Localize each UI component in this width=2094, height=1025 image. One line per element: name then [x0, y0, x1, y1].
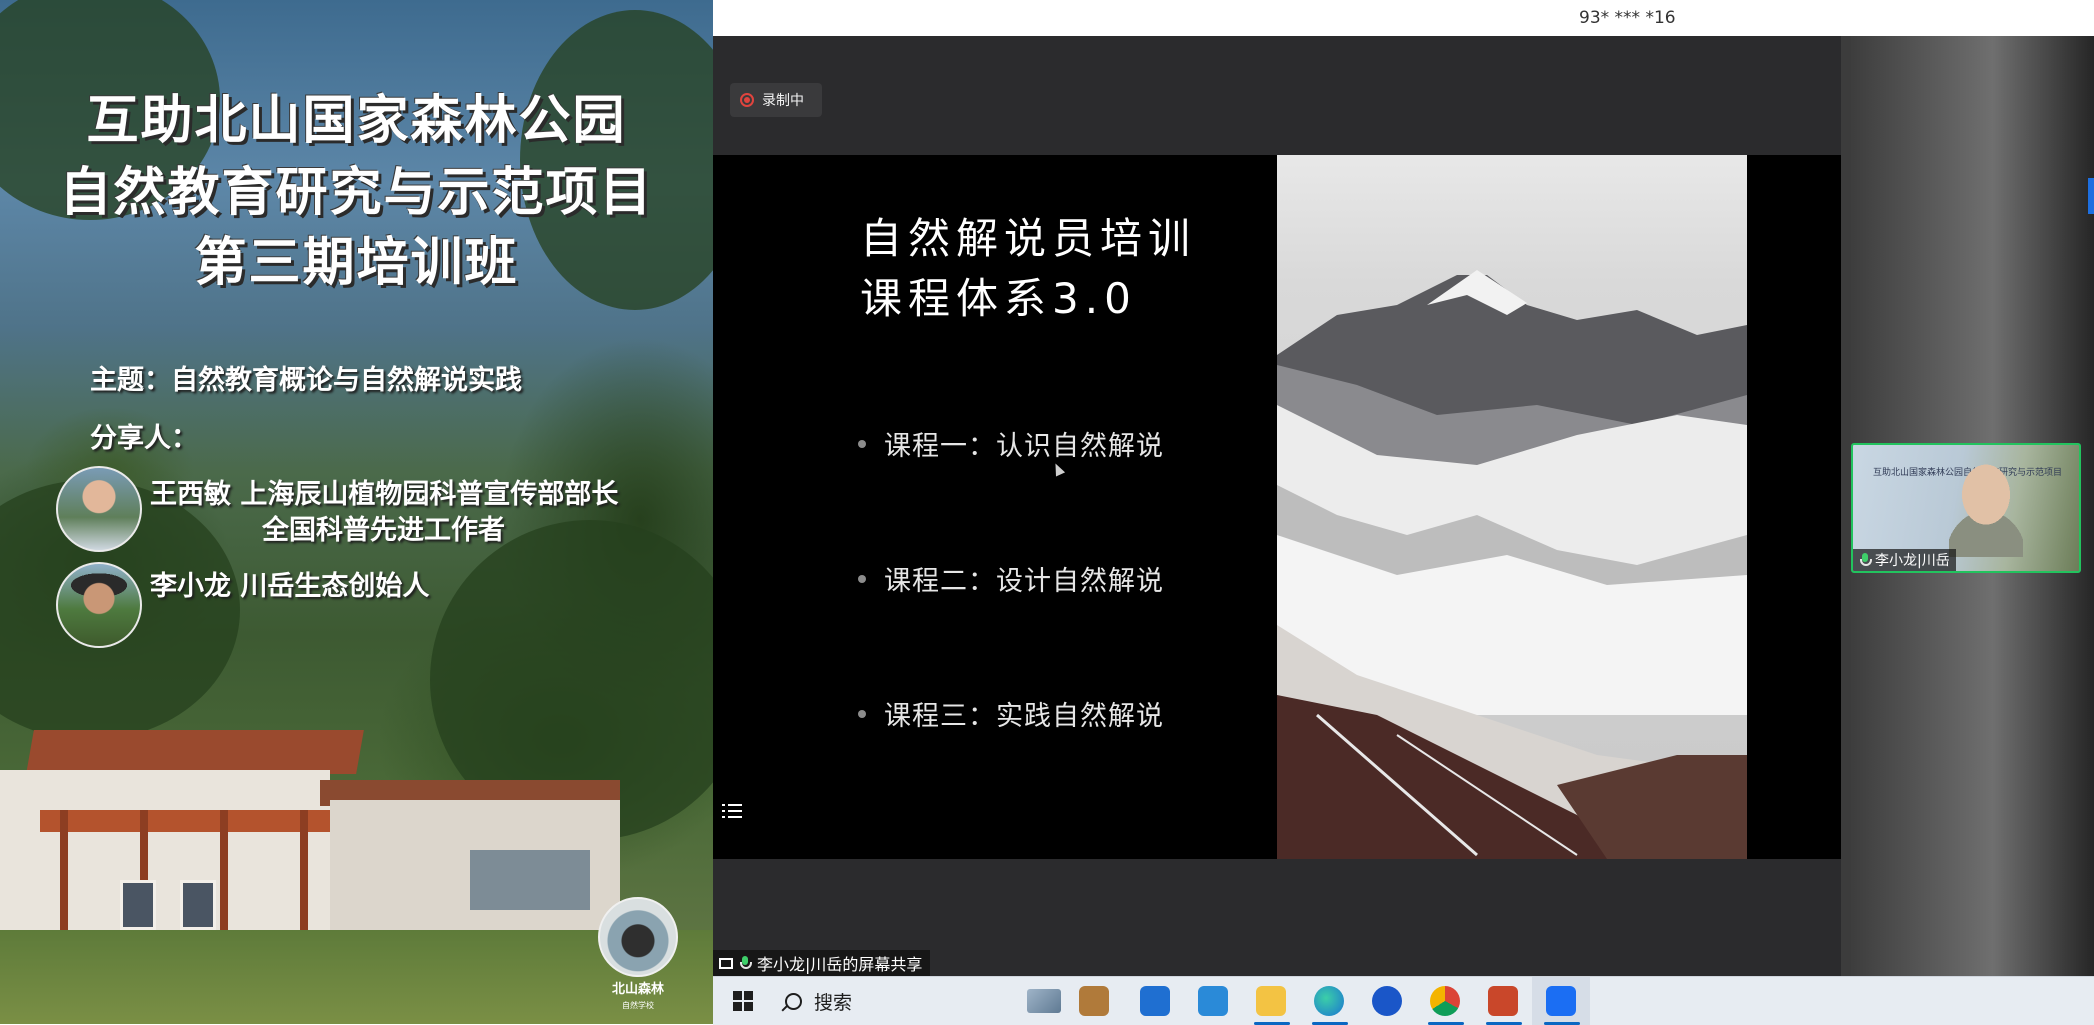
briefcase-app[interactable]	[1069, 977, 1119, 1025]
tencent-meeting-icon	[1546, 986, 1576, 1016]
taskbar-search[interactable]: 搜索	[771, 977, 1021, 1025]
powerpoint-app[interactable]	[1474, 977, 1532, 1025]
meeting-id[interactable]: 93* *** *16	[1579, 8, 1676, 28]
folder-icon	[1256, 986, 1286, 1016]
search-icon	[785, 992, 802, 1010]
poster-speakers-label: 分享人：	[90, 423, 198, 454]
recording-indicator[interactable]: 录制中	[730, 83, 822, 117]
snow-mountain-image	[1277, 155, 1747, 859]
slide-list-icon[interactable]	[722, 800, 744, 822]
microphone-icon	[739, 956, 752, 970]
slide-bullet: 课程二：设计自然解说	[858, 559, 1164, 598]
slide-bullet: 课程三：实践自然解说	[858, 694, 1164, 733]
chrome-icon	[1430, 986, 1460, 1016]
powerpoint-icon	[1488, 986, 1518, 1016]
slide-title-line2: 课程体系3.0	[860, 274, 1137, 323]
lenovo-app[interactable]	[1358, 977, 1416, 1025]
windows-taskbar: 搜索	[713, 976, 2094, 1025]
poster-theme: 主题：自然教育概论与自然解说实践	[90, 365, 522, 396]
bullet-dot-icon	[858, 709, 866, 718]
screen-share-label: 李小龙|川岳的屏幕共享	[713, 950, 931, 976]
slide-bullet: 课程一：认识自然解说	[858, 424, 1164, 463]
windows-logo-icon	[733, 991, 753, 1011]
chrome-app[interactable]	[1416, 977, 1474, 1025]
poster-title-line1: 互助北山国家森林公园	[86, 91, 627, 151]
speaker1-avatar	[56, 466, 142, 552]
poster-title-line2: 自然教育研究与示范项目	[59, 163, 654, 223]
bullet-dot-icon	[858, 574, 866, 583]
task-view-icon	[1027, 989, 1061, 1013]
participant-video-thumbnail[interactable]: 互助北山国家森林公园自然教育研究与示范项目 李小龙|川岳	[1851, 443, 2081, 573]
recording-label: 录制中	[762, 93, 804, 109]
store-icon	[1140, 986, 1170, 1016]
start-button[interactable]	[721, 977, 765, 1025]
bullet-text: 课程三：实践自然解说	[884, 701, 1164, 732]
participant-name: 李小龙|川岳	[1875, 553, 1950, 569]
participant-name-tag: 李小龙|川岳	[1853, 549, 1956, 571]
recording-dot-icon	[740, 93, 754, 107]
bullet-text: 课程二：设计自然解说	[884, 566, 1164, 597]
building-photo	[0, 730, 640, 960]
share-label-text: 李小龙|川岳的屏幕共享	[757, 955, 923, 974]
logo-text: 北山森林	[611, 982, 664, 997]
mail-app[interactable]	[1184, 977, 1242, 1025]
mail-icon	[1198, 986, 1228, 1016]
store-app[interactable]	[1126, 977, 1184, 1025]
edge-app[interactable]	[1300, 977, 1358, 1025]
edge-icon	[1314, 986, 1344, 1016]
bullet-dot-icon	[858, 439, 866, 448]
screen-share-icon	[719, 957, 733, 969]
speaker1-title: 王西敏 上海辰山植物园科普宣传部部长	[150, 479, 619, 510]
participant-video	[1949, 453, 2023, 557]
bullet-text: 课程一：认识自然解说	[884, 431, 1164, 462]
poster-title-line3: 第三期培训班	[194, 233, 519, 293]
search-placeholder: 搜索	[814, 991, 853, 1014]
file-explorer-app[interactable]	[1242, 977, 1300, 1025]
poster-panel: 互助北山国家森林公园 自然教育研究与示范项目 第三期培训班 主题：自然教育概论与…	[0, 0, 713, 1024]
panel-edge-indicator	[2088, 178, 2094, 214]
microphone-icon	[1859, 553, 1872, 567]
logo-subtext: 自然学校	[622, 1001, 654, 1010]
speaker2-title: 李小龙 川岳生态创始人	[150, 571, 430, 602]
speaker1-subtitle: 全国科普先进工作者	[262, 515, 505, 546]
speaker2-avatar	[56, 562, 142, 648]
briefcase-icon	[1079, 986, 1109, 1016]
tencent-meeting-app[interactable]	[1532, 977, 1590, 1025]
beishan-forest-logo	[598, 897, 678, 977]
task-view-button[interactable]	[1019, 977, 1069, 1025]
meeting-top-bar: 93* *** *16	[713, 0, 2094, 36]
lenovo-icon	[1372, 986, 1402, 1016]
slide-title-line1: 自然解说员培训	[860, 214, 1197, 263]
